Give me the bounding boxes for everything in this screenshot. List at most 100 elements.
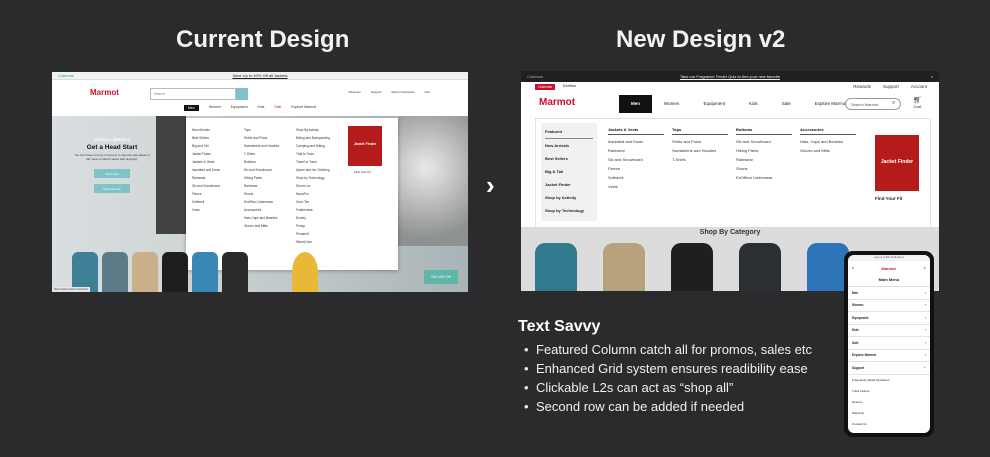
menu-link[interactable]: Precip: [296, 222, 330, 230]
featured-link[interactable]: New Arrivals: [545, 139, 593, 152]
product-image[interactable]: [535, 243, 577, 291]
menu-link[interactable]: Fleece: [192, 190, 220, 198]
support-link[interactable]: Track Orders: [852, 386, 926, 397]
menu-link[interactable]: Gloves and Mitts: [800, 146, 856, 155]
featured-link[interactable]: Big & Tall: [545, 165, 593, 178]
menu-link[interactable]: Trail to Town: [296, 150, 330, 158]
support-link[interactable]: Returns: [852, 397, 926, 408]
menu-link[interactable]: Sweatshirts and Hoodies: [244, 142, 279, 150]
close-icon[interactable]: ×: [931, 74, 933, 79]
menu-link[interactable]: Evodry: [296, 214, 330, 222]
rewards-icon[interactable]: Marmot Rewards: [391, 90, 414, 94]
support-row[interactable]: Support ⌃: [848, 362, 930, 375]
product-image[interactable]: [292, 252, 318, 292]
featured-link[interactable]: Shop by Activity: [545, 191, 593, 204]
menu-link[interactable]: Biking and Backpacking: [296, 134, 330, 142]
support-link[interactable]: Warranty: [852, 408, 926, 419]
menu-link[interactable]: Ski and Snowboard: [192, 182, 220, 190]
menu-link[interactable]: Jackets & Vests: [192, 158, 220, 166]
menu-link[interactable]: Softshell: [608, 173, 664, 182]
menu-link[interactable]: ExOfficio Underwear: [736, 173, 792, 182]
support-icon[interactable]: Support: [371, 90, 382, 94]
menu-link[interactable]: Shop by Technology: [296, 174, 330, 182]
product-image[interactable]: [671, 243, 713, 291]
menu-link[interactable]: Hats, Caps and Beanies: [800, 137, 856, 146]
nav-men[interactable]: Men: [184, 105, 199, 111]
promo-link[interactable]: Take our Fragrance Finder Quiz to find y…: [680, 74, 780, 79]
mobile-menu-row[interactable]: Explore Marmot ›: [848, 350, 930, 362]
menu-link[interactable]: Rainwear: [736, 155, 792, 164]
menu-link[interactable]: Storm Lox: [296, 182, 330, 190]
featured-link[interactable]: Best Sellers: [545, 152, 593, 165]
menu-link[interactable]: Insulated and Down: [192, 166, 220, 174]
product-image[interactable]: [162, 252, 188, 292]
menu-link[interactable]: Bottoms: [244, 158, 279, 166]
featured-link[interactable]: Jacket Finder: [545, 178, 593, 191]
product-image[interactable]: [72, 252, 98, 292]
menu-link[interactable]: Fleece: [608, 164, 664, 173]
product-image[interactable]: [192, 252, 218, 292]
menu-link[interactable]: Ski and Snowboard: [608, 155, 664, 164]
menu-link[interactable]: Featherless: [296, 206, 330, 214]
jacket-finder-image[interactable]: Jacket Finder: [348, 126, 382, 166]
menu-column-title[interactable]: Bottoms: [736, 125, 792, 135]
menu-link[interactable]: Shop By Activity: [296, 126, 330, 134]
account-link[interactable]: Account: [911, 84, 927, 89]
find-fit-link[interactable]: Find Your Fit: [875, 196, 902, 201]
product-image[interactable]: [603, 243, 645, 291]
support-link[interactable]: Support: [883, 84, 899, 89]
brand-coleman[interactable]: Coleman: [535, 84, 556, 90]
menu-link[interactable]: Rainwear: [192, 174, 220, 182]
menu-link[interactable]: Vests: [608, 182, 664, 191]
search-icon[interactable]: ⌕: [892, 100, 895, 107]
support-link[interactable]: Frequently Asked Questions: [852, 375, 926, 386]
nav-kids[interactable]: Kids: [258, 105, 265, 111]
nav-equipment[interactable]: Equipment: [691, 95, 737, 113]
menu-link[interactable]: Shorts: [244, 190, 279, 198]
nav-sale[interactable]: Sale: [274, 105, 281, 111]
menu-link[interactable]: Accessories: [244, 206, 279, 214]
menu-link[interactable]: New Arrivals: [192, 126, 220, 134]
menu-link[interactable]: Shirts and Polos: [672, 137, 728, 146]
search-button[interactable]: [236, 88, 248, 100]
featured-link[interactable]: Shop by Technology: [545, 204, 593, 217]
nav-explore[interactable]: Explore Marmot: [291, 105, 316, 111]
menu-link[interactable]: Sweatshirts and Hoodies: [672, 146, 728, 155]
menu-link[interactable]: T-Shirts: [244, 150, 279, 158]
menu-link[interactable]: Best Sellers: [192, 134, 220, 142]
product-image[interactable]: [739, 243, 781, 291]
menu-link[interactable]: Gore-Tex: [296, 198, 330, 206]
mobile-menu-row[interactable]: Kids ›: [848, 325, 930, 337]
shop-men-button[interactable]: Shop Men: [94, 169, 130, 178]
menu-column-title[interactable]: Accessories: [800, 125, 856, 135]
shop-women-button[interactable]: Shop Women: [94, 184, 130, 193]
menu-link[interactable]: Shirts and Polos: [244, 134, 279, 142]
mobile-menu-row[interactable]: Women ›: [848, 300, 930, 312]
rewards-link[interactable]: Rewards: [853, 84, 871, 89]
menu-link[interactable]: Gloves and Mitts: [244, 222, 279, 230]
marmot-logo[interactable]: Marmot: [539, 97, 575, 108]
mobile-menu-row[interactable]: Equipment ›: [848, 312, 930, 325]
product-image[interactable]: [807, 243, 849, 291]
menu-link[interactable]: NanoPro: [296, 190, 330, 198]
menu-link[interactable]: Rainwear: [608, 146, 664, 155]
promo-link[interactable]: Save Up to 40% Off all Jackets: [232, 73, 287, 78]
menu-link[interactable]: Primaloft: [296, 230, 330, 238]
menu-link[interactable]: Hiking Pants: [736, 146, 792, 155]
menu-link[interactable]: T-Shirts: [672, 155, 728, 164]
menu-link[interactable]: Softshell: [192, 198, 220, 206]
menu-link[interactable]: Hiking Pants: [244, 174, 279, 182]
product-image[interactable]: [102, 252, 128, 292]
nav-equipment[interactable]: Equipment: [231, 105, 248, 111]
search-input[interactable]: Search: [150, 88, 236, 100]
marmot-logo[interactable]: Marmot: [90, 88, 119, 97]
menu-link[interactable]: Camping and Hiking: [296, 142, 330, 150]
nav-men[interactable]: Men: [619, 95, 652, 113]
nav-kids[interactable]: Kids: [737, 95, 770, 113]
menu-link[interactable]: Tops: [244, 126, 279, 134]
product-image[interactable]: [222, 252, 248, 292]
close-icon[interactable]: ✕: [923, 266, 926, 270]
menu-column-title[interactable]: Tops: [672, 125, 728, 135]
menu-link[interactable]: Vests: [192, 206, 220, 214]
menu-link[interactable]: Jacket Finder: [192, 150, 220, 158]
